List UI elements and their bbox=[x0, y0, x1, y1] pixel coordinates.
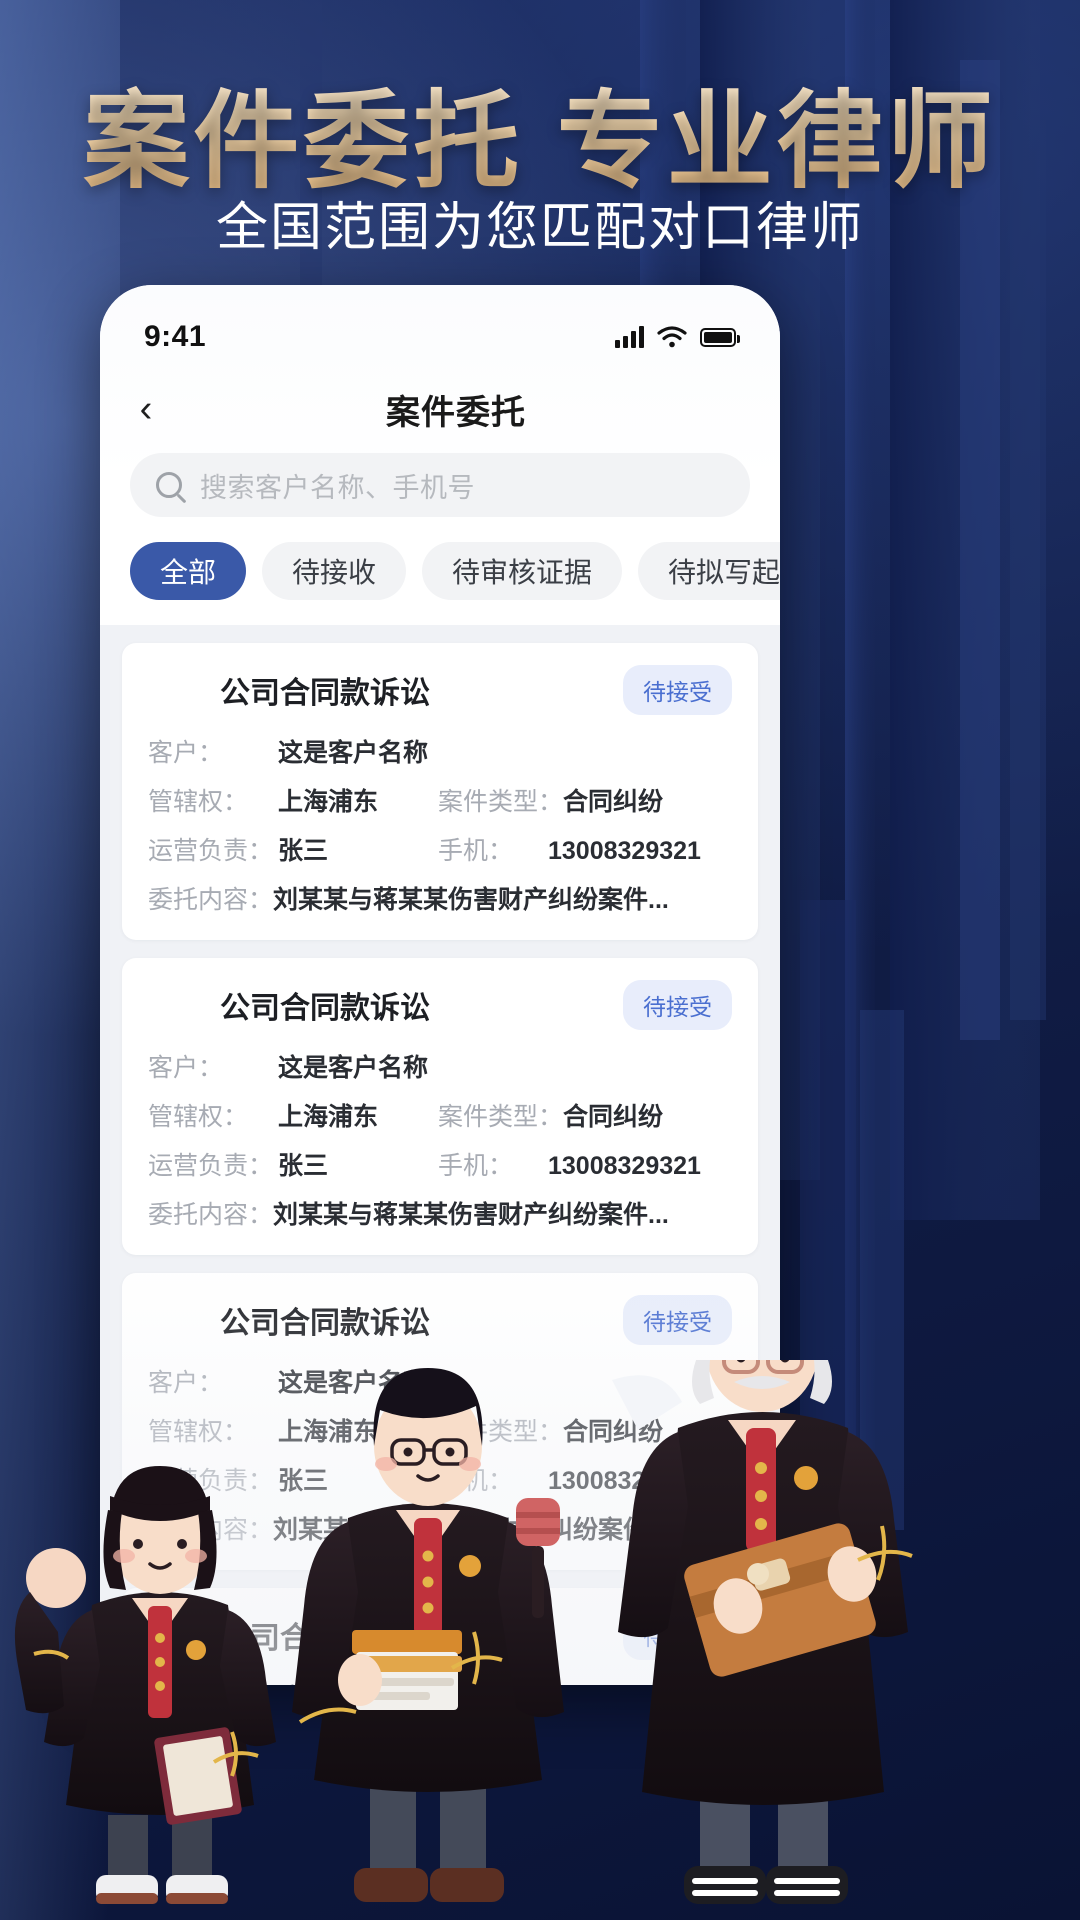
label-client: 客户： bbox=[148, 739, 224, 767]
tab-pending-complaint[interactable]: 待拟写起诉 bbox=[638, 542, 780, 600]
status-bar-clock: 9:41 bbox=[144, 320, 207, 353]
value-case-type: 合同纠纷 bbox=[563, 1103, 664, 1131]
card-header: 公司合同款诉讼 待接受 bbox=[148, 980, 732, 1030]
status-badge: 待接受 bbox=[623, 1295, 732, 1345]
label-jurisdiction: 管辖权： bbox=[148, 1103, 249, 1131]
label-operator: 运营负责： bbox=[148, 1152, 274, 1180]
case-title: 公司合同款诉讼 bbox=[220, 992, 430, 1025]
card-header: 公司合同款诉讼 待接受 bbox=[148, 665, 732, 715]
case-title: 公司合同款诉讼 bbox=[220, 677, 430, 710]
lawyer-left bbox=[14, 1466, 276, 1904]
label-operator: 运营负责： bbox=[148, 837, 274, 865]
status-badge: 待接受 bbox=[623, 980, 732, 1030]
label-case-type: 案件类型： bbox=[438, 1103, 564, 1131]
label-phone: 手机： bbox=[438, 1152, 514, 1180]
value-jurisdiction: 上海浦东 bbox=[278, 1103, 379, 1131]
lawyer-middle bbox=[292, 1368, 564, 1902]
card-header: 公司合同款诉讼 待接受 bbox=[148, 1295, 732, 1345]
value-entrust: 刘某某与蒋某某伤害财产纠纷案件... bbox=[273, 886, 669, 914]
label-entrust: 委托内容： bbox=[148, 1201, 274, 1229]
tab-all[interactable]: 全部 bbox=[130, 542, 247, 600]
status-badge: 待接受 bbox=[623, 665, 732, 715]
status-bar-icons bbox=[615, 326, 740, 348]
case-row-client: 客户： 这是客户名称 bbox=[148, 1048, 732, 1084]
battery-icon bbox=[700, 327, 740, 347]
label-jurisdiction: 管辖权： bbox=[148, 788, 249, 816]
book-icon bbox=[154, 1727, 242, 1825]
value-client: 这是客户名称 bbox=[278, 1054, 429, 1082]
label-client: 客户： bbox=[148, 1054, 224, 1082]
value-entrust: 刘某某与蒋某某伤害财产纠纷案件... bbox=[273, 1201, 669, 1229]
case-row-entrust: 委托内容：刘某某与蒋某某伤害财产纠纷案件... bbox=[148, 880, 732, 916]
value-phone: 13008329321 bbox=[548, 837, 701, 865]
page-subtitle: 全国范围为您匹配对口律师 bbox=[215, 199, 864, 257]
label-case-type: 案件类型： bbox=[438, 788, 564, 816]
lawyers-illustration bbox=[14, 1360, 913, 1904]
search-input[interactable]: 搜索客户名称、手机号 bbox=[130, 453, 750, 517]
case-title: 公司合同款诉讼 bbox=[220, 1307, 430, 1340]
case-row-jurisdiction: 管辖权： 上海浦东 案件类型： 合同纠纷 bbox=[148, 1097, 732, 1133]
value-operator: 张三 bbox=[278, 837, 329, 865]
value-jurisdiction: 上海浦东 bbox=[278, 788, 379, 816]
case-row-jurisdiction: 管辖权： 上海浦东 案件类型： 合同纠纷 bbox=[148, 782, 732, 818]
lawyer-right bbox=[612, 1360, 913, 1904]
case-card[interactable]: 公司合同款诉讼 待接受 客户： 这是客户名称 管辖权： 上海浦东 案件类型：合同纠纷… bbox=[122, 958, 758, 1255]
tab-pending-evidence[interactable]: 待审核证据 bbox=[422, 542, 623, 600]
tab-pending-receive[interactable]: 待接收 bbox=[262, 542, 407, 600]
value-phone: 13008329321 bbox=[548, 1152, 701, 1180]
status-bar: 9:41 bbox=[100, 311, 780, 363]
case-card[interactable]: 公司合同款诉讼 待接受 客户： 这是客户名称 管辖权： 上海浦东 案件类型：合同纠纷… bbox=[122, 643, 758, 940]
signal-icon bbox=[615, 326, 644, 348]
case-row-operator: 运营负责： 张三 手机： 13008329321 bbox=[148, 1146, 732, 1182]
label-phone: 手机： bbox=[438, 837, 514, 865]
nav-bar: ‹ 案件委托 bbox=[100, 373, 780, 445]
nav-title: 案件委托 bbox=[386, 393, 526, 432]
value-client: 这是客户名称 bbox=[278, 739, 429, 767]
filter-tabs: 全部 待接收 待审核证据 待拟写起诉 bbox=[130, 541, 780, 601]
case-row-operator: 运营负责： 张三 手机： 13008329321 bbox=[148, 831, 732, 867]
label-entrust: 委托内容： bbox=[148, 886, 274, 914]
case-row-entrust: 委托内容：刘某某与蒋某某伤害财产纠纷案件... bbox=[148, 1195, 732, 1231]
value-case-type: 合同纠纷 bbox=[563, 788, 664, 816]
wifi-icon bbox=[657, 326, 687, 348]
search-icon bbox=[156, 472, 182, 498]
value-operator: 张三 bbox=[278, 1152, 329, 1180]
case-row-client: 客户： 这是客户名称 bbox=[148, 733, 732, 769]
search-placeholder: 搜索客户名称、手机号 bbox=[200, 472, 475, 503]
